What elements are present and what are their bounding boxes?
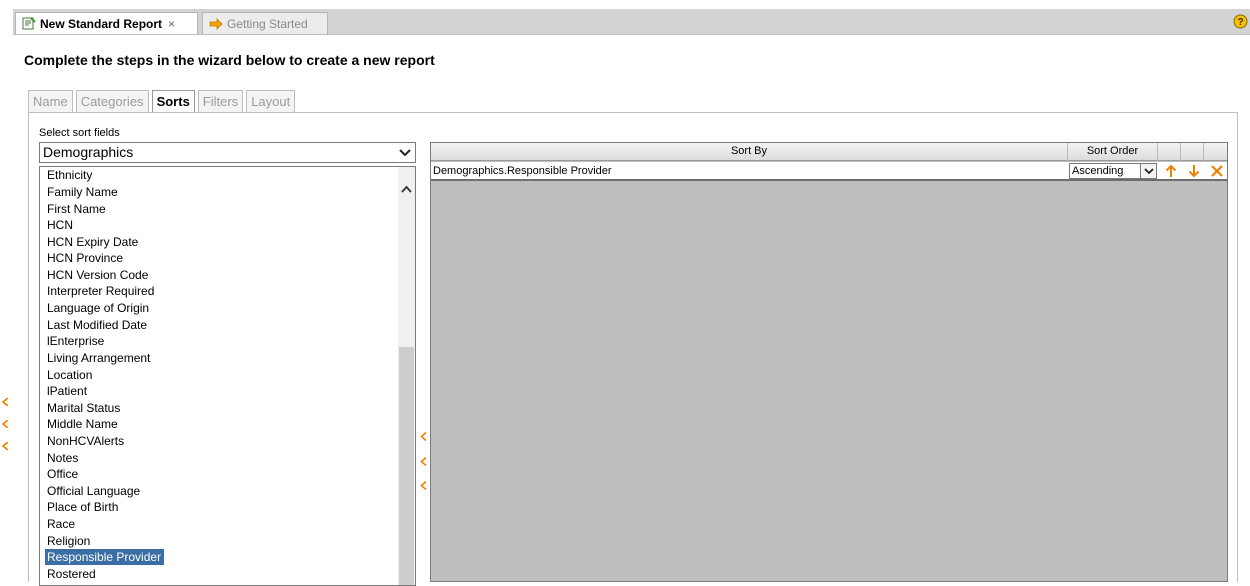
sort-order-select[interactable]: Ascending bbox=[1069, 163, 1157, 179]
sort-order-dropdown-button[interactable] bbox=[1140, 164, 1156, 178]
tab-layout[interactable]: Layout bbox=[246, 90, 296, 112]
list-item[interactable]: Office bbox=[47, 466, 78, 482]
list-item[interactable]: lEnterprise bbox=[47, 333, 104, 349]
svg-text:?: ? bbox=[1237, 17, 1243, 28]
cell-sort-by: Demographics.Responsible Provider bbox=[433, 165, 612, 177]
tab-getting-started[interactable]: Getting Started bbox=[202, 12, 328, 34]
list-item[interactable]: HCN Version Code bbox=[47, 267, 148, 283]
collapse-left-icon[interactable] bbox=[2, 420, 10, 428]
sort-field-list[interactable]: Ethnicity Family Name First Name HCN HCN… bbox=[39, 166, 416, 586]
column-header-sort-by[interactable]: Sort By bbox=[431, 143, 1068, 161]
list-item[interactable]: Notes bbox=[47, 450, 78, 466]
move-left-icon[interactable] bbox=[420, 457, 428, 466]
list-item-selected[interactable]: Responsible Provider bbox=[45, 549, 165, 565]
scroll-up-icon[interactable] bbox=[401, 184, 412, 194]
sort-grid-header: Sort By Sort Order bbox=[431, 143, 1227, 161]
delete-icon[interactable] bbox=[1210, 164, 1224, 178]
column-header-sort-order[interactable]: Sort Order bbox=[1068, 143, 1158, 161]
tab-categories[interactable]: Categories bbox=[75, 90, 149, 112]
report-icon bbox=[22, 17, 36, 30]
list-item[interactable]: lPatient bbox=[47, 383, 87, 399]
tab-label: Getting Started bbox=[227, 16, 308, 31]
sort-order-value: Ascending bbox=[1072, 165, 1124, 177]
collapse-left-icon[interactable] bbox=[2, 442, 10, 450]
move-left-icon[interactable] bbox=[420, 481, 428, 490]
list-item[interactable]: Official Language bbox=[47, 483, 140, 499]
move-up-icon[interactable] bbox=[1164, 164, 1178, 178]
list-item[interactable]: HCN Expiry Date bbox=[47, 234, 138, 250]
move-left-icon[interactable] bbox=[420, 432, 428, 441]
list-item[interactable]: Location bbox=[47, 367, 92, 383]
wizard-step-tabs: Name Categories Sorts Filters Layout bbox=[28, 90, 296, 112]
column-header-up bbox=[1158, 143, 1181, 161]
document-tab-bar: New Standard Report × Getting Started ? bbox=[13, 9, 1250, 35]
help-icon[interactable]: ? bbox=[1233, 14, 1248, 29]
scrollbar-thumb[interactable] bbox=[399, 347, 414, 585]
list-item[interactable]: Last Modified Date bbox=[47, 317, 147, 333]
list-item[interactable]: Marital Status bbox=[47, 400, 120, 416]
list-item[interactable]: Rostered bbox=[47, 566, 96, 582]
list-item[interactable]: Family Name bbox=[47, 184, 118, 200]
column-header-down bbox=[1181, 143, 1204, 161]
chevron-down-icon bbox=[399, 149, 411, 157]
category-select[interactable]: Demographics bbox=[39, 142, 416, 163]
move-down-icon[interactable] bbox=[1187, 164, 1201, 178]
list-item[interactable]: Religion bbox=[47, 533, 90, 549]
list-item[interactable]: First Name bbox=[47, 201, 106, 217]
tab-label: New Standard Report bbox=[40, 16, 163, 31]
list-item[interactable]: NonHCVAlerts bbox=[47, 433, 124, 449]
close-icon[interactable]: × bbox=[168, 17, 175, 31]
list-item[interactable]: HCN bbox=[47, 217, 73, 233]
list-scrollbar[interactable] bbox=[398, 167, 415, 585]
table-row[interactable]: Demographics.Responsible Provider Ascend… bbox=[431, 162, 1227, 181]
collapse-left-icon[interactable] bbox=[2, 398, 10, 406]
wizard-title: Complete the steps in the wizard below t… bbox=[24, 52, 435, 68]
list-item[interactable]: Living Arrangement bbox=[47, 350, 150, 366]
select-sort-fields-label: Select sort fields bbox=[39, 127, 120, 139]
tab-filters[interactable]: Filters bbox=[197, 90, 244, 112]
tab-new-standard-report[interactable]: New Standard Report × bbox=[15, 12, 198, 34]
chevron-down-icon bbox=[1144, 168, 1154, 175]
list-item[interactable]: HCN Province bbox=[47, 250, 123, 266]
left-margin-strip bbox=[0, 0, 13, 576]
list-item[interactable]: Interpreter Required bbox=[47, 283, 154, 299]
list-item[interactable]: Middle Name bbox=[47, 416, 118, 432]
tab-sorts[interactable]: Sorts bbox=[151, 90, 195, 112]
arrow-right-icon bbox=[209, 17, 223, 30]
list-item[interactable]: Race bbox=[47, 516, 75, 532]
tab-name[interactable]: Name bbox=[28, 90, 73, 112]
list-item[interactable]: Ethnicity bbox=[47, 167, 92, 183]
list-item[interactable]: Place of Birth bbox=[47, 499, 118, 515]
list-item[interactable]: Language of Origin bbox=[47, 300, 149, 316]
sort-grid: Sort By Sort Order Demographics.Responsi… bbox=[430, 142, 1228, 582]
category-select-value: Demographics bbox=[43, 144, 134, 160]
column-header-delete bbox=[1204, 143, 1227, 161]
